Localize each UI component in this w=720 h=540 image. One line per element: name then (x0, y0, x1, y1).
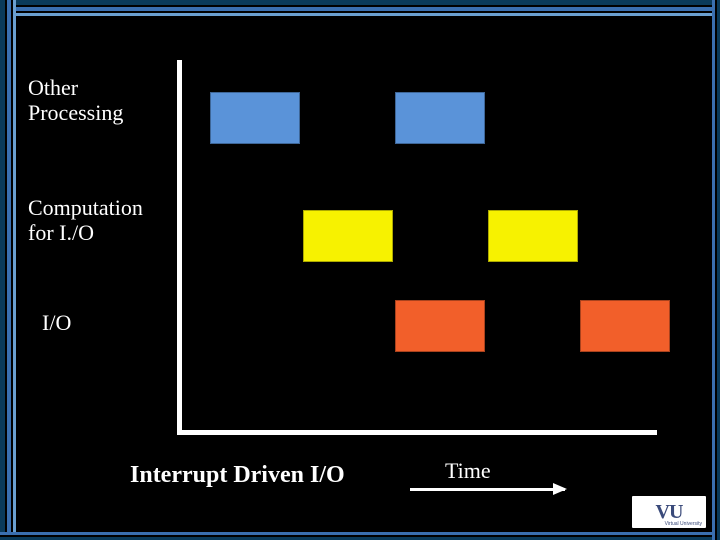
y-axis (177, 60, 182, 435)
block-other-processing-2 (395, 92, 485, 144)
decorative-border-bottom (0, 532, 720, 540)
row-label-computation-io: Computation for I./O (28, 195, 143, 246)
block-io-1 (395, 300, 485, 352)
block-computation-io-2 (488, 210, 578, 262)
decorative-border-right (712, 0, 720, 540)
x-axis-label: Time (445, 458, 491, 484)
chart-title: Interrupt Driven I/O (130, 462, 345, 489)
row-label-other-processing: Other Processing (28, 75, 123, 126)
logo-subtitle: Virtual University (665, 521, 702, 527)
decorative-border-top (0, 0, 720, 16)
block-computation-io-1 (303, 210, 393, 262)
time-arrow (410, 488, 565, 491)
block-io-2 (580, 300, 670, 352)
decorative-border-left (0, 0, 16, 540)
vu-logo: VU Virtual University (632, 496, 706, 528)
x-axis (177, 430, 657, 435)
row-label-io: I/O (42, 310, 71, 335)
block-other-processing-1 (210, 92, 300, 144)
